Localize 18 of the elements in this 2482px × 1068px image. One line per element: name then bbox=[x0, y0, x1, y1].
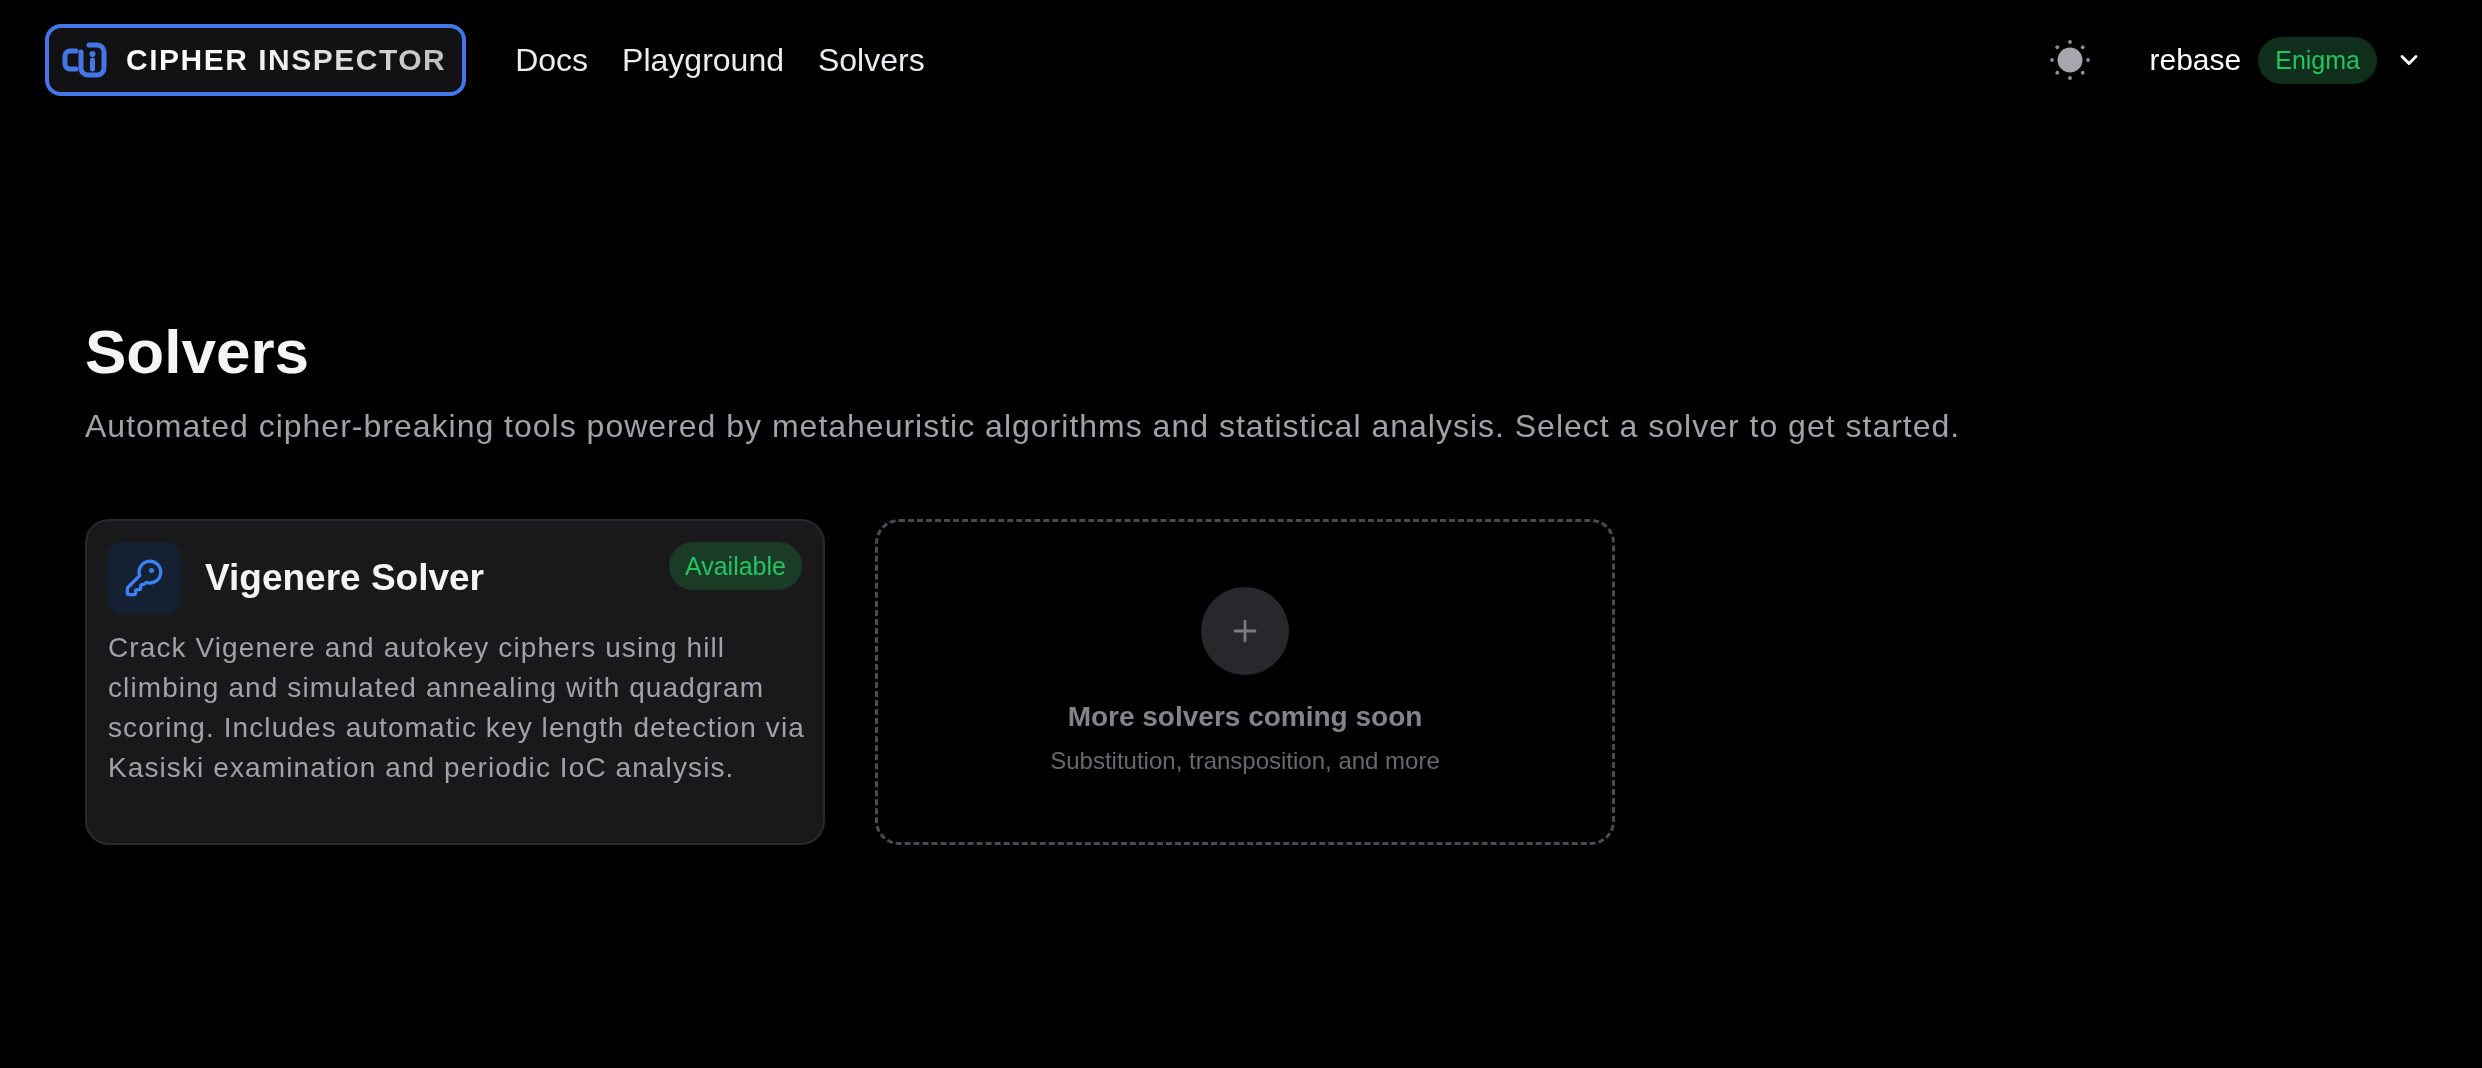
rank-badge: Enigma bbox=[2258, 36, 2377, 84]
theme-toggle-button[interactable] bbox=[2049, 40, 2090, 80]
placeholder-title: More solvers coming soon bbox=[1067, 699, 1423, 734]
sun-icon bbox=[2049, 40, 2090, 80]
status-badge: Available bbox=[669, 542, 802, 591]
nav-link[interactable]: Playground bbox=[622, 40, 784, 80]
page-subtitle: Automated cipher-breaking tools powered by metaheuristic algorithms and statistical analysis. Select a solver to get started. bbox=[85, 407, 1962, 447]
key-icon bbox=[108, 542, 180, 615]
solver-title: Vigenere Solver bbox=[205, 556, 486, 601]
user-name: rebase bbox=[2149, 42, 2242, 78]
logo-icon bbox=[61, 42, 107, 78]
nav-link[interactable]: Solvers bbox=[817, 40, 925, 80]
solver-card[interactable] bbox=[85, 519, 825, 846]
solver-description: Crack Vigenere and autokey ciphers using hill climbing and simulated annealing with quadgram scoring. Includes automatic key length detection via Kasiski examination and periodic IoC analysis. bbox=[108, 631, 806, 786]
placeholder-subtitle: Substitution, transposition, and more bbox=[1050, 746, 1440, 776]
logo-link[interactable]: CIPHER INSPECTOR bbox=[45, 24, 467, 96]
nav-link[interactable]: Docs bbox=[515, 40, 589, 80]
page-title: Solvers bbox=[85, 316, 311, 388]
